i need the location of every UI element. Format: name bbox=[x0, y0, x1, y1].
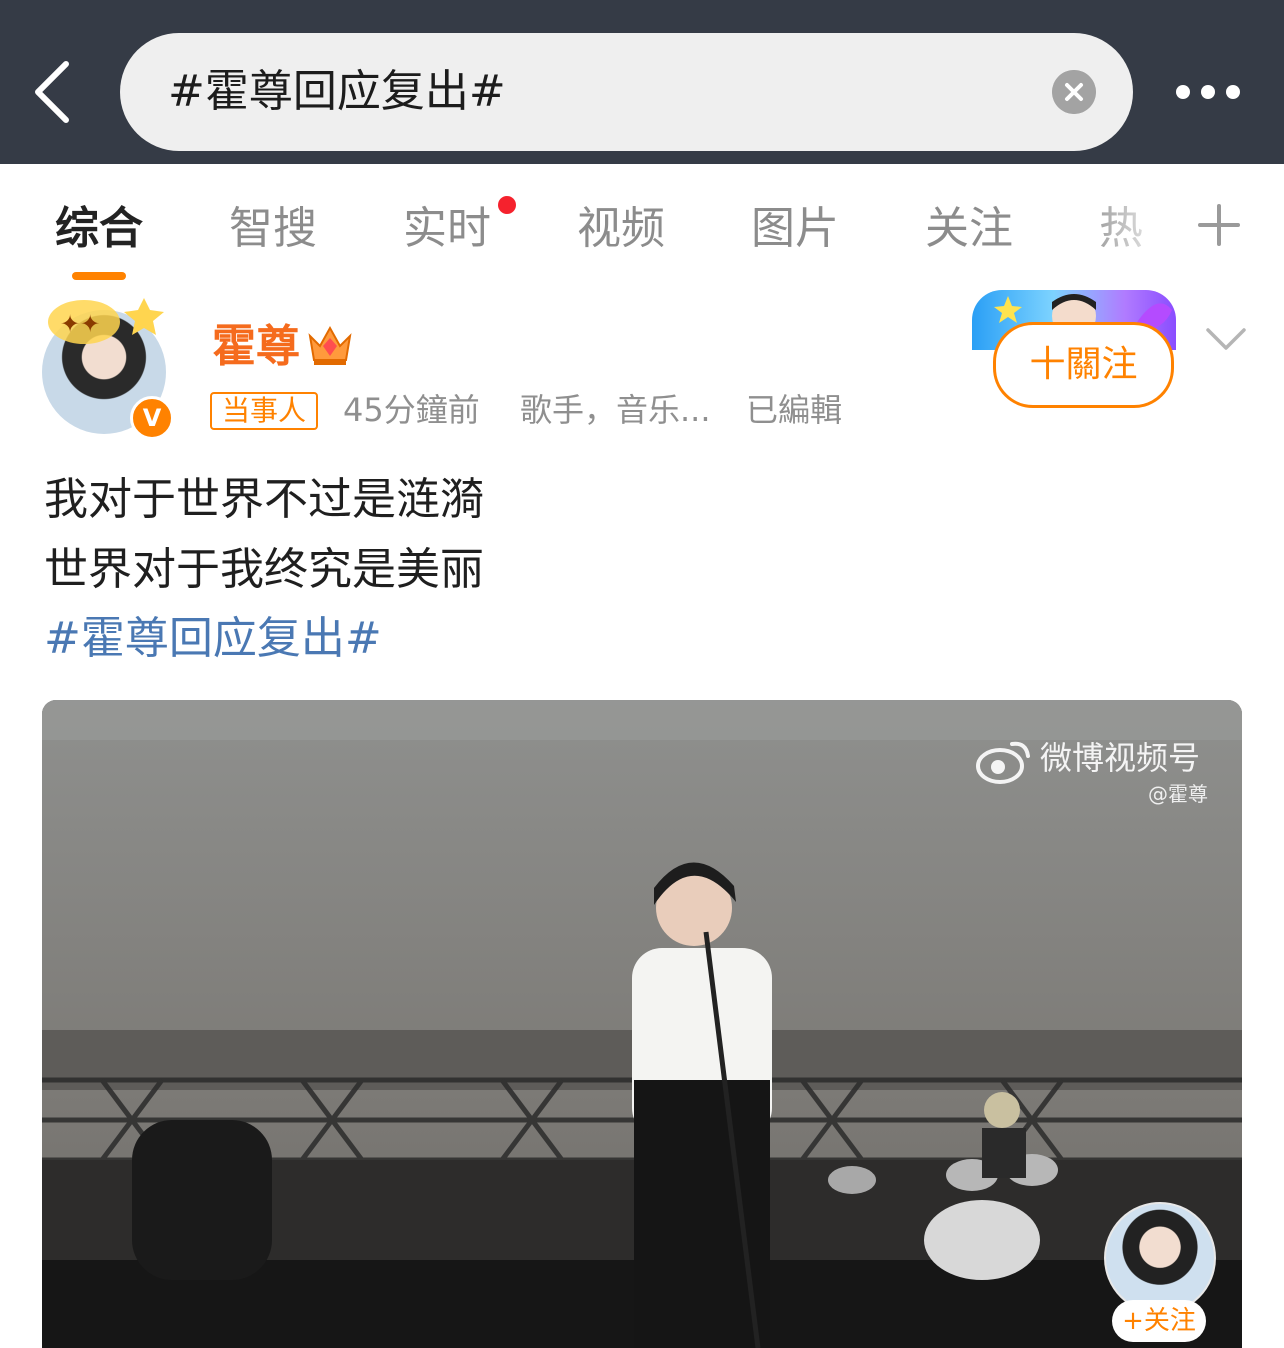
video-author-avatar[interactable] bbox=[1104, 1202, 1216, 1314]
crown-icon bbox=[308, 325, 352, 365]
active-tab-indicator bbox=[72, 272, 126, 280]
video-follow-button[interactable]: +关注 bbox=[1112, 1300, 1206, 1342]
more-dots-icon[interactable] bbox=[1170, 76, 1250, 108]
follow-button[interactable]: 十關注 bbox=[993, 322, 1174, 408]
svg-text:✦✦: ✦✦ bbox=[60, 310, 100, 338]
post-text-line-1: 我对于世界不过是涟漪 bbox=[44, 474, 484, 525]
search-query[interactable]: #霍尊回应复出# bbox=[168, 65, 506, 119]
add-tab-icon[interactable] bbox=[1196, 202, 1242, 248]
author-bio: 歌手，音乐... bbox=[520, 391, 711, 429]
tab-following[interactable]: 关注 bbox=[925, 202, 1013, 256]
tab-video[interactable]: 视频 bbox=[577, 202, 665, 256]
post-time: 45分鐘前 bbox=[343, 391, 480, 429]
avatar-decoration: ✦✦ bbox=[48, 298, 164, 344]
verified-icon: V bbox=[130, 396, 174, 440]
post-text-line-2: 世界对于我终究是美丽 bbox=[44, 544, 484, 595]
author-name[interactable]: 霍尊 bbox=[212, 320, 300, 374]
video-frame bbox=[42, 700, 1242, 1348]
edited-label[interactable]: 已編輯 bbox=[746, 390, 842, 430]
weibo-logo-icon bbox=[976, 741, 1030, 784]
tab-images[interactable]: 图片 bbox=[751, 202, 839, 256]
search-input[interactable]: #霍尊回应复出# bbox=[120, 33, 1133, 151]
video-watermark-handle: @霍尊 bbox=[1148, 782, 1208, 806]
back-arrow-icon[interactable] bbox=[28, 58, 84, 126]
tab-comprehensive[interactable]: 综合 bbox=[55, 202, 143, 256]
chevron-down-icon[interactable] bbox=[1204, 322, 1248, 354]
role-badge: 当事人 bbox=[210, 392, 319, 430]
new-content-dot bbox=[498, 196, 516, 214]
video-player[interactable] bbox=[42, 700, 1242, 1348]
tab-realtime[interactable]: 实时 bbox=[403, 202, 491, 256]
clear-icon[interactable] bbox=[1052, 70, 1096, 114]
tab-smart-search[interactable]: 智搜 bbox=[229, 202, 317, 256]
author-avatar[interactable]: ✦✦ V bbox=[34, 290, 184, 440]
post-hashtag[interactable]: #霍尊回应复出# bbox=[44, 611, 382, 667]
video-watermark: 微博视频号 bbox=[1040, 739, 1201, 777]
tab-overflow-fade bbox=[1080, 180, 1190, 270]
top-bar: #霍尊回应复出# bbox=[0, 0, 1284, 164]
